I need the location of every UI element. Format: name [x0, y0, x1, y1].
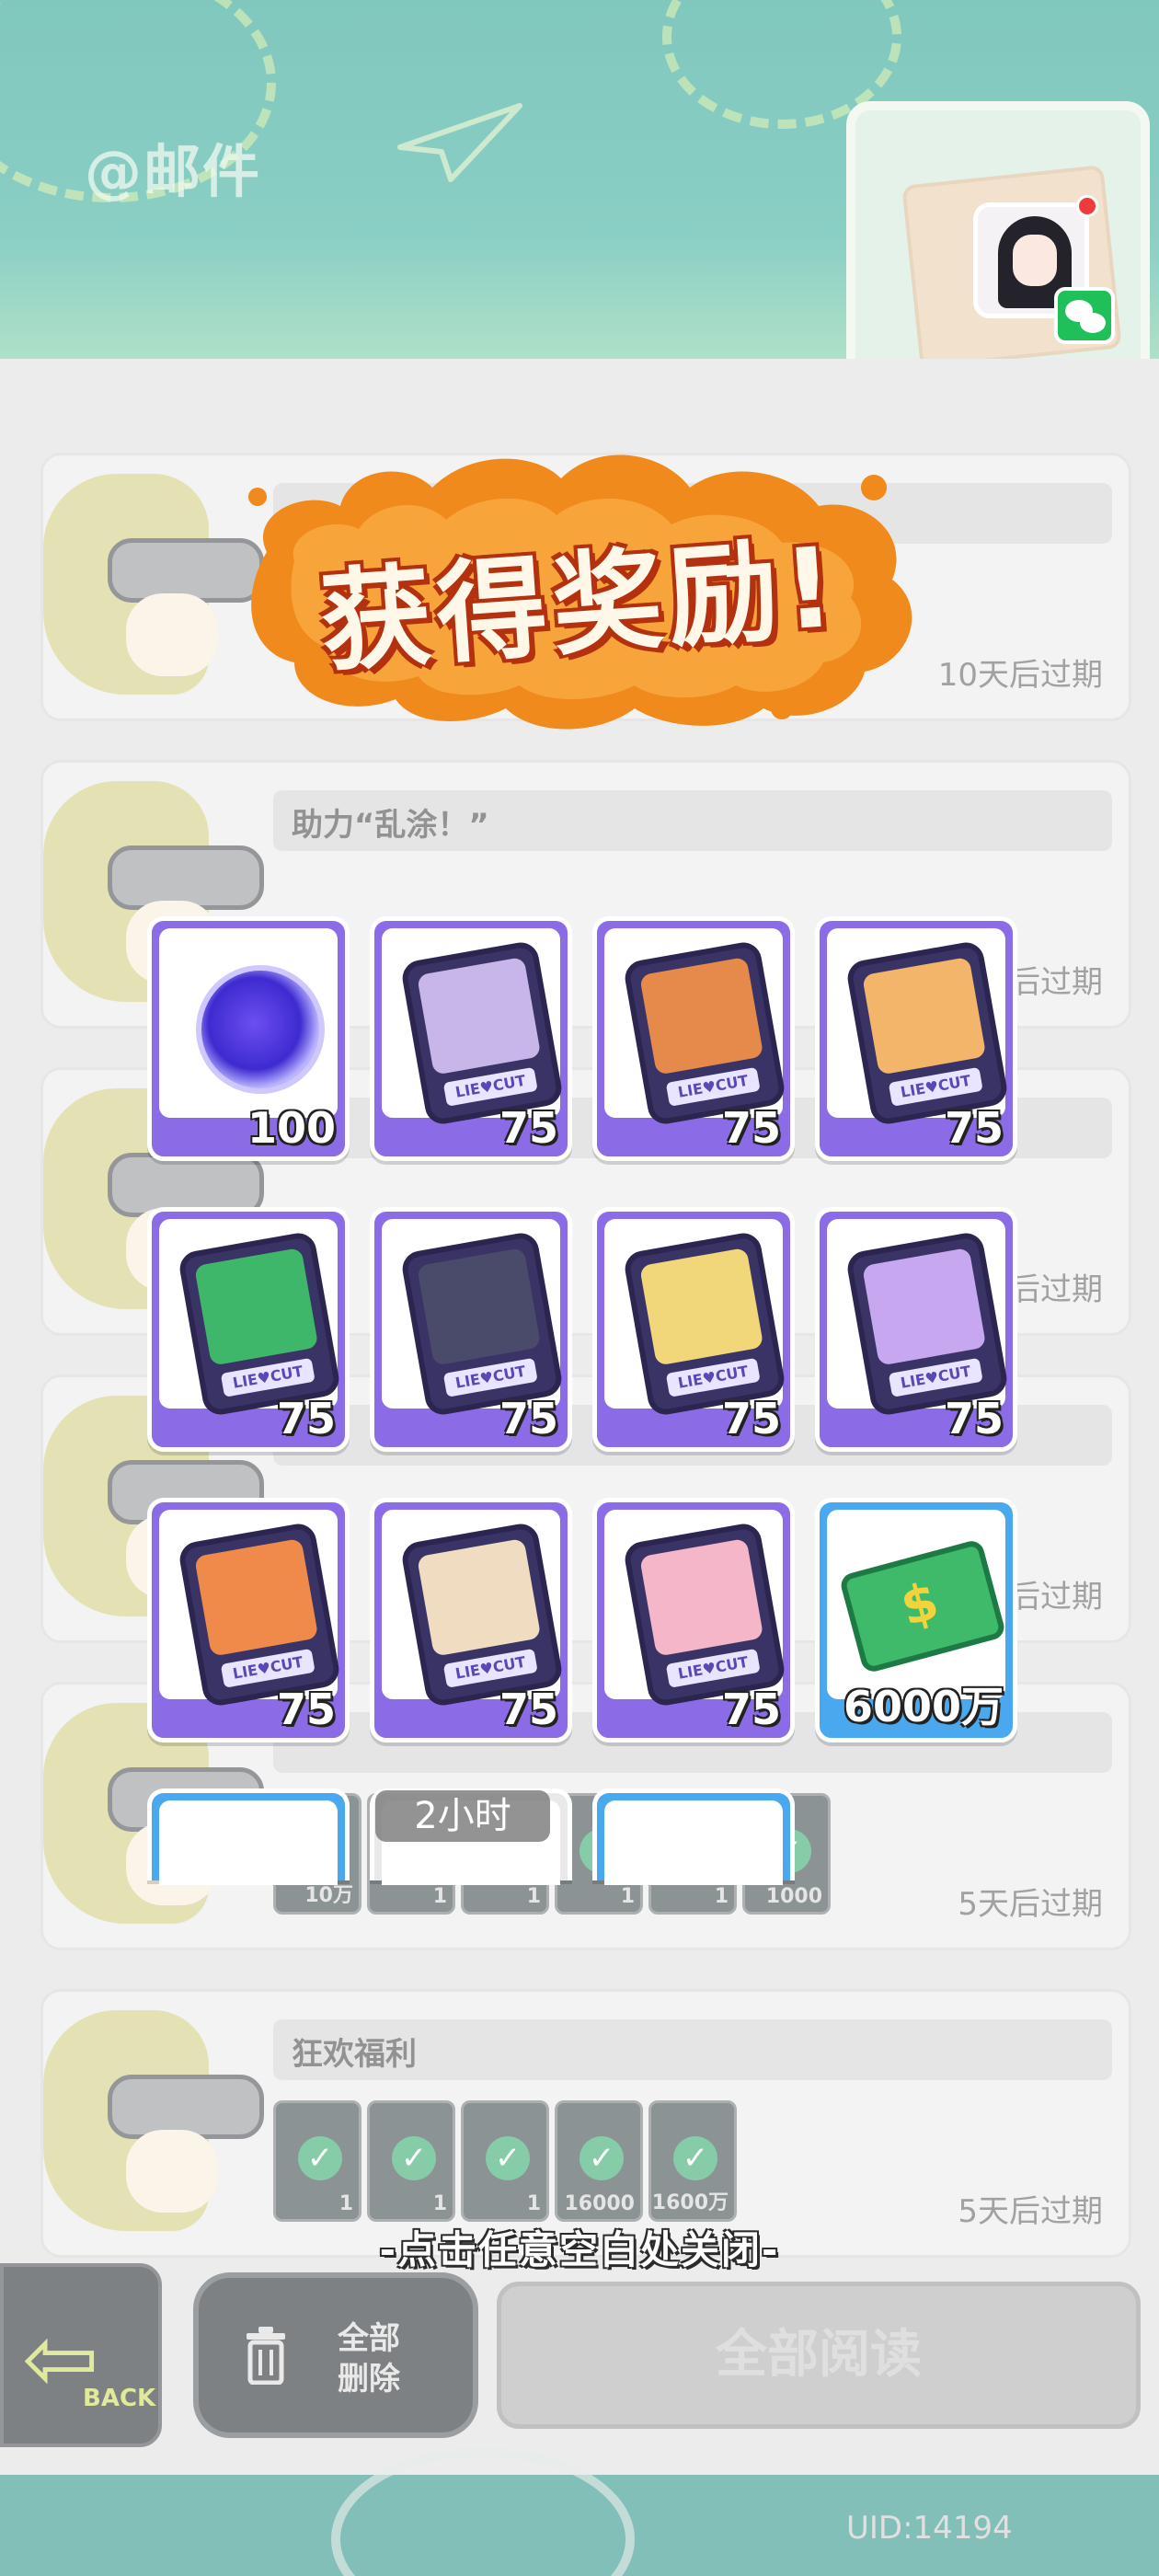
character-card-icon: LIE♥CUT — [177, 1521, 342, 1708]
item-qty: 75 — [499, 1685, 558, 1734]
character-card-icon: LIE♥CUT — [844, 939, 1010, 1127]
close-hint: -点击任意空白处关闭- — [379, 2227, 780, 2272]
card-tag: LIE♥CUT — [442, 1357, 538, 1397]
reward-banner: 获得奖励! — [230, 432, 929, 736]
item-qty: 75 — [499, 1103, 558, 1153]
reward-item[interactable]: LIE♥CUT 75 — [370, 916, 572, 1161]
uid-label: UID:14194 — [846, 2510, 1013, 2547]
cash-icon: $ — [838, 1538, 1007, 1674]
item-qty: 75 — [944, 1394, 1004, 1443]
character-card-icon: LIE♥CUT — [622, 1521, 787, 1708]
notification-dot — [1076, 195, 1098, 217]
character-card-icon: LIE♥CUT — [399, 939, 565, 1127]
reward-item[interactable]: LIE♥CUT 75 — [592, 916, 795, 1161]
character-card-icon: LIE♥CUT — [399, 1230, 565, 1418]
card-tag: LIE♥CUT — [888, 1066, 983, 1107]
orb-icon — [196, 965, 325, 1094]
card-tag: LIE♥CUT — [665, 1357, 761, 1397]
card-tag: LIE♥CUT — [442, 1066, 538, 1107]
reward-item[interactable]: LIE♥CUT 75 — [370, 1498, 572, 1742]
item-qty: 75 — [721, 1103, 781, 1153]
item-qty: 75 — [721, 1685, 781, 1734]
character-card-icon: LIE♥CUT — [622, 1230, 787, 1418]
item-qty: 75 — [276, 1685, 336, 1734]
reward-item-partial[interactable] — [592, 1788, 795, 1885]
character-card-icon: LIE♥CUT — [844, 1230, 1010, 1418]
timer-badge: 2小时 — [375, 1790, 550, 1842]
card-tag: LIE♥CUT — [220, 1648, 316, 1688]
reward-item[interactable]: LIE♥CUT 75 — [370, 1207, 572, 1452]
character-card-icon: LIE♥CUT — [177, 1230, 342, 1418]
character-card-icon: LIE♥CUT — [399, 1521, 565, 1708]
wechat-icon[interactable] — [1054, 287, 1115, 344]
reward-item[interactable]: LIE♥CUT 75 — [815, 1207, 1017, 1452]
item-qty: 75 — [499, 1394, 558, 1443]
card-tag: LIE♥CUT — [888, 1357, 983, 1397]
item-qty: 75 — [721, 1394, 781, 1443]
reward-item[interactable]: LIE♥CUT 75 — [592, 1207, 795, 1452]
item-qty: 100 — [247, 1103, 336, 1153]
reward-item[interactable]: 100 — [147, 916, 350, 1161]
character-card-icon: LIE♥CUT — [622, 939, 787, 1127]
reward-item-partial[interactable] — [147, 1788, 350, 1885]
card-tag: LIE♥CUT — [665, 1648, 761, 1688]
card-tag: LIE♥CUT — [442, 1648, 538, 1688]
reward-item[interactable]: LIE♥CUT 75 — [815, 916, 1017, 1161]
item-qty: 75 — [944, 1103, 1004, 1153]
reward-item[interactable]: LIE♥CUT 75 — [147, 1498, 350, 1742]
card-tag: LIE♥CUT — [665, 1066, 761, 1107]
reward-item[interactable]: LIE♥CUT 75 — [592, 1498, 795, 1742]
item-qty: 6000万 — [843, 1682, 1004, 1731]
reward-item[interactable]: LIE♥CUT 75 — [147, 1207, 350, 1452]
reward-item[interactable]: $6000万 — [815, 1498, 1017, 1742]
card-tag: LIE♥CUT — [220, 1357, 316, 1397]
item-qty: 75 — [276, 1394, 336, 1443]
